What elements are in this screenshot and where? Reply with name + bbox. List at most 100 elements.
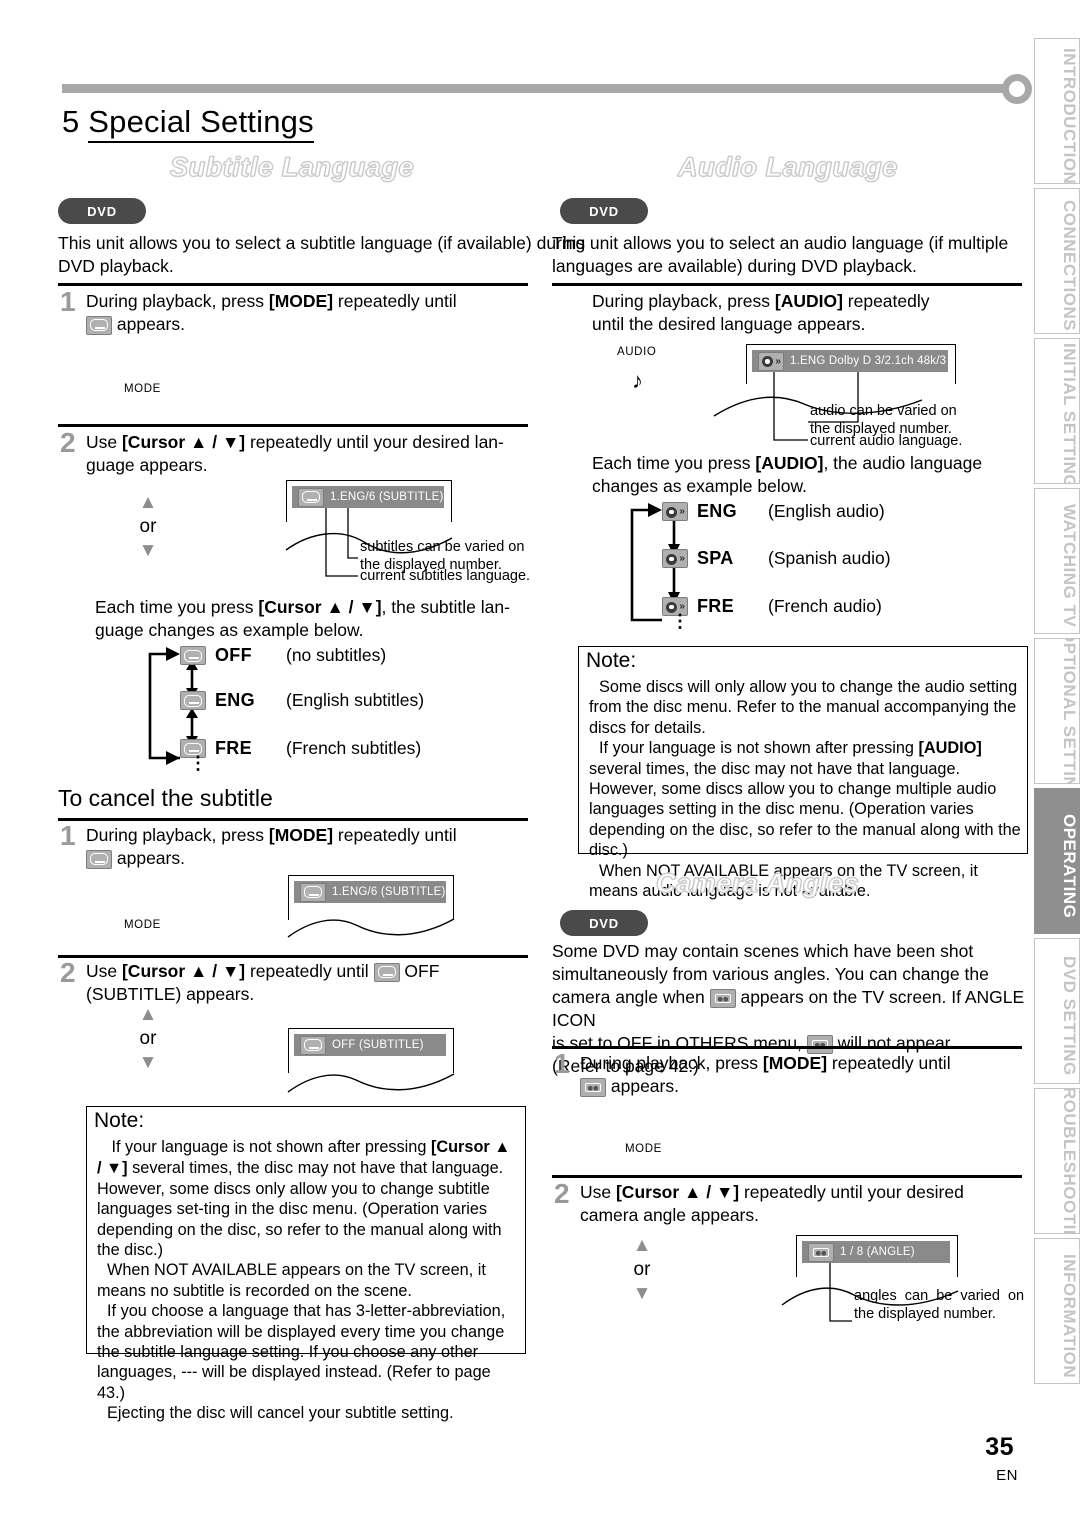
- note-item: Some discs will only allow you to change…: [589, 678, 1018, 737]
- angles-intro-line3: camera angle when appears on the TV scre…: [552, 987, 1025, 1030]
- key-cursor: [Cursor ▲ / ▼]: [258, 597, 382, 617]
- step-text-after: repeatedly until: [333, 825, 457, 845]
- cycle-code: SPA: [697, 548, 734, 568]
- step-text-after: repeatedly until your desired lan-: [245, 432, 504, 452]
- divider: [58, 424, 528, 427]
- key-mode: [MODE]: [268, 825, 334, 845]
- cycle-desc: (Spanish audio): [768, 548, 891, 568]
- each-time-line2: changes as example below.: [592, 476, 807, 496]
- cursor-up-arrow-icon: ▲: [138, 1004, 158, 1025]
- step-text-after: repeatedly until: [333, 291, 457, 311]
- cancel-step1-text: During playback, press [MODE] repeatedly…: [86, 824, 536, 870]
- audio-icon: ››: [662, 549, 688, 568]
- subtitle-intro-text: This unit allows you to select a subtitl…: [58, 233, 586, 276]
- step-text-mid: repeatedly until: [245, 961, 374, 981]
- tab-watching-tv[interactable]: WATCHING TV: [1034, 488, 1080, 634]
- cycle-desc: (no subtitles): [286, 645, 387, 665]
- cycle-code: FRE: [697, 596, 734, 616]
- note-item: If your language is not shown after pres…: [589, 739, 1021, 860]
- tab-introduction[interactable]: INTRODUCTION: [1034, 38, 1080, 184]
- key-cursor: [Cursor ▲ / ▼]: [615, 1182, 740, 1202]
- section-tab-strip: INTRODUCTION CONNECTIONS INITIAL SETTING…: [1034, 38, 1080, 1384]
- section-banner-subtitle-language: Subtitle Language: [169, 151, 415, 182]
- cycle-code: FRE: [215, 738, 252, 758]
- step-text-line2: appears.: [116, 314, 185, 334]
- key-audio: [AUDIO]: [774, 291, 843, 311]
- step-text-before: During playback, press: [86, 825, 269, 845]
- angles-intro-line1: Some DVD may contain scenes which have b…: [552, 941, 974, 961]
- divider: [552, 1175, 1022, 1178]
- audio-label: AUDIO: [617, 346, 657, 358]
- cancel-step2-osd-display: OFF (SUBTITLE): [287, 1028, 538, 1108]
- cycle-continues-dots: ⋮: [671, 611, 689, 631]
- key-mode: [MODE]: [762, 1053, 828, 1073]
- cycle-code: ENG: [697, 501, 737, 521]
- audio-osd-display: ›› 1.ENG Dolby D 3/2.1ch 48k/3 audio can…: [713, 344, 1046, 454]
- cursor-down-arrow-icon: ▼: [138, 540, 158, 561]
- subtitle-step1-text: During playback, press [MODE] repeatedly…: [86, 290, 536, 336]
- step-text-after: repeatedly: [842, 291, 930, 311]
- tab-troubleshooting[interactable]: TROUBLESHOOTING: [1034, 1088, 1080, 1234]
- tab-connections[interactable]: CONNECTIONS: [1034, 188, 1080, 334]
- tab-dvd-setting[interactable]: DVD SETTING: [1034, 938, 1080, 1084]
- cancel-step2-text: Use [Cursor ▲ / ▼] repeatedly until OFF …: [86, 960, 546, 1006]
- angles-step2-number: 2: [554, 1178, 570, 1209]
- cycle-item-eng: ›› ENG: [662, 501, 737, 522]
- cycle-code: ENG: [215, 690, 255, 710]
- angles-osd-display: 1 / 8 (ANGLE) angles can be varied on the…: [781, 1235, 1056, 1345]
- key-cursor: [Cursor ▲ / ▼]: [121, 961, 246, 981]
- tab-optional-setting[interactable]: OPTIONAL SETTING: [1034, 638, 1080, 784]
- cancel-subtitle-heading: To cancel the subtitle: [58, 785, 273, 811]
- music-note-icon: ♪: [632, 368, 643, 393]
- tab-information[interactable]: INFORMATION: [1034, 1238, 1080, 1384]
- section-banner-camera-angles: Camera Angles: [655, 867, 860, 898]
- divider: [58, 818, 528, 821]
- subtitle-icon: [86, 315, 112, 335]
- divider: [552, 283, 1022, 286]
- each-time-before: Each time you press: [592, 453, 756, 473]
- cycle-continues-dots: ⋮: [189, 753, 207, 773]
- subtitle-step1-number: 1: [60, 286, 76, 317]
- note-item: Ejecting the disc will cancel your subti…: [107, 1404, 454, 1423]
- cursor-down-arrow-icon: ▼: [632, 1283, 652, 1304]
- note-title: Note:: [586, 649, 637, 672]
- step-text-line2: (SUBTITLE) appears.: [86, 984, 255, 1004]
- audio-icon: ››: [662, 502, 688, 521]
- audio-language-cycle-diagram: ›› ENG (English audio) ›› SPA (Spanish a…: [622, 498, 1002, 638]
- note-item: When NOT AVAILABLE appears on the TV scr…: [97, 1261, 486, 1300]
- cursor-down-arrow-icon: ▼: [138, 1052, 158, 1073]
- angles-step2-text: Use [Cursor ▲ / ▼] repeatedly until your…: [580, 1181, 1030, 1227]
- step-text-after: repeatedly until: [827, 1053, 951, 1073]
- cancel-step1-mode-label: MODE: [124, 919, 161, 931]
- audio-step1-text: During playback, press [AUDIO] repeatedl…: [592, 290, 1012, 336]
- subtitle-icon: [180, 691, 206, 710]
- chapter-number: 5: [62, 104, 80, 139]
- step-text-line2: appears.: [610, 1076, 679, 1096]
- audio-intro-text: This unit allows you to select an audio …: [552, 233, 1009, 276]
- step-text-line2: guage appears.: [86, 455, 208, 475]
- cursor-up-arrow-icon: ▲: [138, 492, 158, 513]
- tab-initial-setting[interactable]: INITIAL SETTING: [1034, 338, 1080, 484]
- or-label: or: [139, 516, 157, 537]
- subtitle-osd-display: 1.ENG/6 (SUBTITLE) subtitles can be vari…: [285, 480, 556, 590]
- cycle-code: OFF: [215, 645, 252, 665]
- tab-operating[interactable]: OPERATING: [1034, 788, 1080, 934]
- subtitle-callout-bottom: current subtitles language.: [360, 568, 531, 584]
- step-text-before: During playback, press: [592, 291, 775, 311]
- step-text-before: Use: [86, 432, 122, 452]
- audio-note-box: Note: Some discs will only allow you to …: [578, 646, 1028, 900]
- subtitle-icon: [86, 849, 112, 869]
- step-text-before: Use: [580, 1182, 616, 1202]
- key-audio: [AUDIO]: [755, 453, 824, 473]
- cycle-desc: (English subtitles): [286, 690, 425, 710]
- step-text-before: During playback, press: [86, 291, 269, 311]
- badge-dvd-angles: DVD: [560, 910, 648, 936]
- cancel-step1-osd-display: 1.ENG/6 (SUBTITLE): [287, 875, 538, 955]
- header-rule: [62, 84, 1012, 93]
- osd-squiggle: [287, 918, 455, 938]
- step-text-before: During playback, press: [580, 1053, 763, 1073]
- each-time-after: , the subtitle lan-: [381, 597, 510, 617]
- chapter-title: Special Settings: [88, 104, 314, 143]
- subtitle-step2-or-block: ▲ or ▼: [118, 492, 178, 562]
- page-language-code: EN: [996, 1467, 1018, 1484]
